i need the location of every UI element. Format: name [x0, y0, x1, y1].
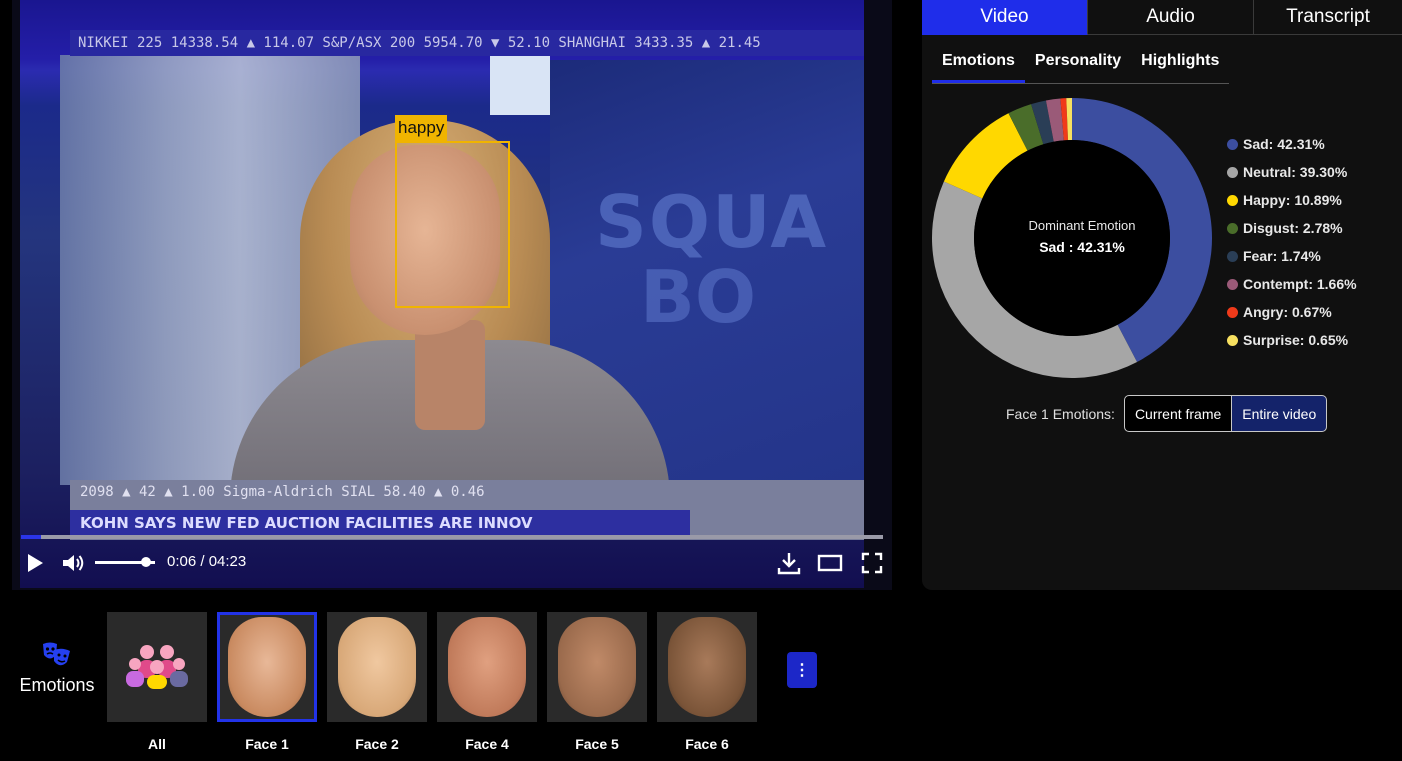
face-thumb-2[interactable] — [327, 612, 427, 722]
face-thumb-4[interactable] — [437, 612, 537, 722]
face-5-image — [558, 617, 636, 717]
download-button[interactable] — [774, 545, 804, 581]
studio-window — [490, 55, 550, 115]
legend-label: Surprise: 0.65% — [1243, 332, 1349, 348]
face-2-image — [338, 617, 416, 717]
legend-item-sad[interactable]: Sad: 42.31% — [1227, 130, 1357, 158]
ticker-top: NIKKEI 225 14338.54 ▲ 114.07 S&P/ASX 200… — [70, 30, 864, 56]
download-icon — [777, 553, 801, 575]
volume-slider-handle[interactable] — [141, 557, 151, 567]
legend-label: Neutral: 39.30% — [1243, 164, 1348, 180]
tab-transcript[interactable]: Transcript — [1254, 0, 1402, 35]
face-thumb-6[interactable] — [657, 612, 757, 722]
volume-icon — [63, 555, 84, 571]
time-display: 0:06 / 04:23 — [167, 553, 247, 570]
emotions-section-label: Emotions — [19, 675, 95, 695]
legend-item-angry[interactable]: Angry: 0.67% — [1227, 298, 1357, 326]
face-emotion-label: happy — [395, 115, 448, 141]
face-thumb-5[interactable] — [547, 612, 647, 722]
fullscreen-button[interactable] — [857, 545, 887, 581]
legend-dot — [1227, 166, 1238, 178]
face-6-image — [668, 617, 746, 717]
emotion-donut-chart: Dominant Emotion Sad : 42.31% — [932, 98, 1212, 378]
legend-dot — [1227, 334, 1238, 346]
face-4-image — [448, 617, 526, 717]
legend-dot — [1227, 278, 1238, 290]
video-player[interactable]: SQUA BO NIKKEI 225 14338.54 ▲ 114.07 S&P… — [12, 0, 892, 590]
face-label-2: Face 2 — [355, 736, 399, 752]
analysis-panel: Video Audio Transcript Emotions Personal… — [922, 0, 1402, 590]
ticker-bottom-stocks: 2098 ▲ 42 ▲ 1.00 Sigma-Aldrich SIAL 58.4… — [80, 484, 485, 500]
legend-item-contempt[interactable]: Contempt: 1.66% — [1227, 270, 1357, 298]
donut-center: Dominant Emotion Sad : 42.31% — [982, 218, 1182, 255]
face-1-image — [228, 617, 306, 717]
legend-dot — [1227, 306, 1238, 318]
legend-item-happy[interactable]: Happy: 10.89% — [1227, 186, 1357, 214]
tab-highlights[interactable]: Highlights — [1131, 45, 1229, 83]
face-thumb-all[interactable] — [107, 612, 207, 722]
play-icon — [28, 554, 43, 572]
video-progress-bar[interactable] — [21, 535, 883, 539]
legend-item-disgust[interactable]: Disgust: 2.78% — [1227, 214, 1357, 242]
legend-label: Contempt: 1.66% — [1243, 276, 1357, 292]
theater-mode-button[interactable] — [815, 545, 845, 581]
legend-label: Happy: 10.89% — [1243, 192, 1342, 208]
legend-item-fear[interactable]: Fear: 1.74% — [1227, 242, 1357, 270]
donut-center-value: Sad : 42.31% — [1039, 239, 1125, 255]
legend-label: Sad: 42.31% — [1243, 136, 1325, 152]
play-button[interactable] — [20, 545, 50, 581]
legend-label: Disgust: 2.78% — [1243, 220, 1343, 236]
face-label-1: Face 1 — [245, 736, 289, 752]
tab-emotions[interactable]: Emotions — [932, 45, 1025, 83]
ticker-bottom-headline: KOHN SAYS NEW FED AUCTION FACILITIES ARE… — [70, 510, 690, 536]
sub-tabs: Emotions Personality Highlights — [932, 45, 1230, 84]
more-faces-button[interactable]: ⋮ — [787, 652, 817, 688]
tab-video[interactable]: Video — [922, 0, 1088, 35]
volume-button[interactable] — [58, 545, 88, 581]
video-progress-fill — [21, 535, 41, 539]
legend-label: Fear: 1.74% — [1243, 248, 1321, 264]
emotion-scope-toggle: Face 1 Emotions: Current frame Entire vi… — [1006, 395, 1328, 432]
video-controls: 0:06 / 04:23 — [12, 545, 892, 581]
emotion-legend: Sad: 42.31% Neutral: 39.30% Happy: 10.89% D… — [1227, 130, 1357, 354]
tab-audio[interactable]: Audio — [1088, 0, 1254, 35]
scope-label: Face 1 Emotions: — [1006, 405, 1115, 422]
face-label-all: All — [148, 736, 166, 752]
entire-video-button[interactable]: Entire video — [1232, 395, 1328, 432]
donut-center-title: Dominant Emotion — [1028, 218, 1136, 233]
legend-item-surprise[interactable]: Surprise: 0.65% — [1227, 326, 1357, 354]
face-thumb-1[interactable] — [217, 612, 317, 722]
video-frame[interactable]: SQUA BO NIKKEI 225 14338.54 ▲ 114.07 S&P… — [20, 0, 864, 588]
legend-label: Angry: 0.67% — [1243, 304, 1332, 320]
theater-masks-icon — [43, 642, 70, 666]
legend-dot — [1227, 138, 1238, 150]
theater-icon — [817, 554, 843, 572]
legend-dot — [1227, 194, 1238, 206]
face-bounding-box — [395, 141, 510, 308]
main-tabs: Video Audio Transcript — [922, 0, 1402, 35]
face-label-6: Face 6 — [685, 736, 729, 752]
face-label-5: Face 5 — [575, 736, 619, 752]
legend-dot — [1227, 222, 1238, 234]
legend-item-neutral[interactable]: Neutral: 39.30% — [1227, 158, 1357, 186]
tab-personality[interactable]: Personality — [1025, 45, 1131, 83]
current-frame-button[interactable]: Current frame — [1123, 395, 1233, 432]
fullscreen-icon — [861, 552, 883, 574]
legend-dot — [1227, 250, 1238, 262]
group-people-icon — [126, 645, 188, 689]
face-label-4: Face 4 — [465, 736, 509, 752]
